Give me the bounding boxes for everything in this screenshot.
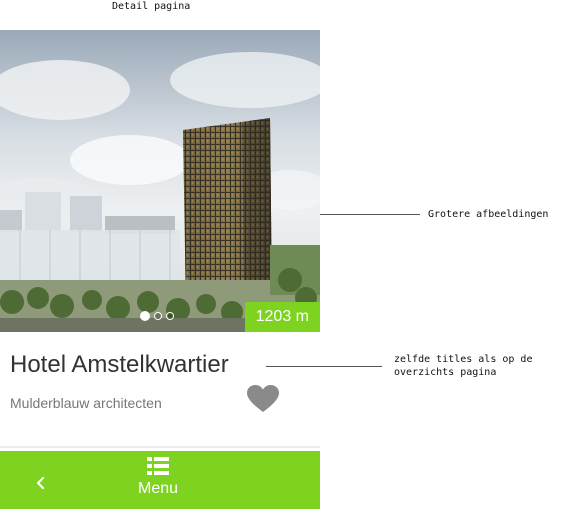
carousel-dot-1[interactable]	[140, 311, 150, 321]
carousel-indicators	[140, 311, 174, 321]
annotation-images-note: Grotere afbeeldingen	[428, 209, 549, 220]
heart-icon[interactable]	[247, 385, 279, 413]
content-divider	[0, 446, 320, 448]
annotation-leader-titles	[266, 366, 382, 367]
height-badge: 1203 m	[244, 302, 320, 332]
building-rendering-image	[0, 30, 320, 332]
carousel-dot-3[interactable]	[166, 312, 174, 320]
project-architect: Mulderblauw architecten	[10, 395, 162, 411]
annotation-titles-note: zelfde titles als op de overzichts pagin…	[394, 354, 533, 378]
menu-button[interactable]: Menu	[118, 455, 198, 507]
project-title: Hotel Amstelkwartier	[10, 351, 229, 378]
hero-image-carousel[interactable]: 1203 m	[0, 30, 320, 332]
back-button[interactable]	[26, 469, 54, 497]
menu-label: Menu	[137, 480, 179, 497]
carousel-dot-2[interactable]	[154, 312, 162, 320]
annotation-page-label: Detail pagina	[112, 1, 191, 12]
chevron-left-icon	[36, 476, 45, 490]
bottom-navigation-bar: Menu	[0, 451, 320, 509]
list-icon	[147, 457, 169, 475]
